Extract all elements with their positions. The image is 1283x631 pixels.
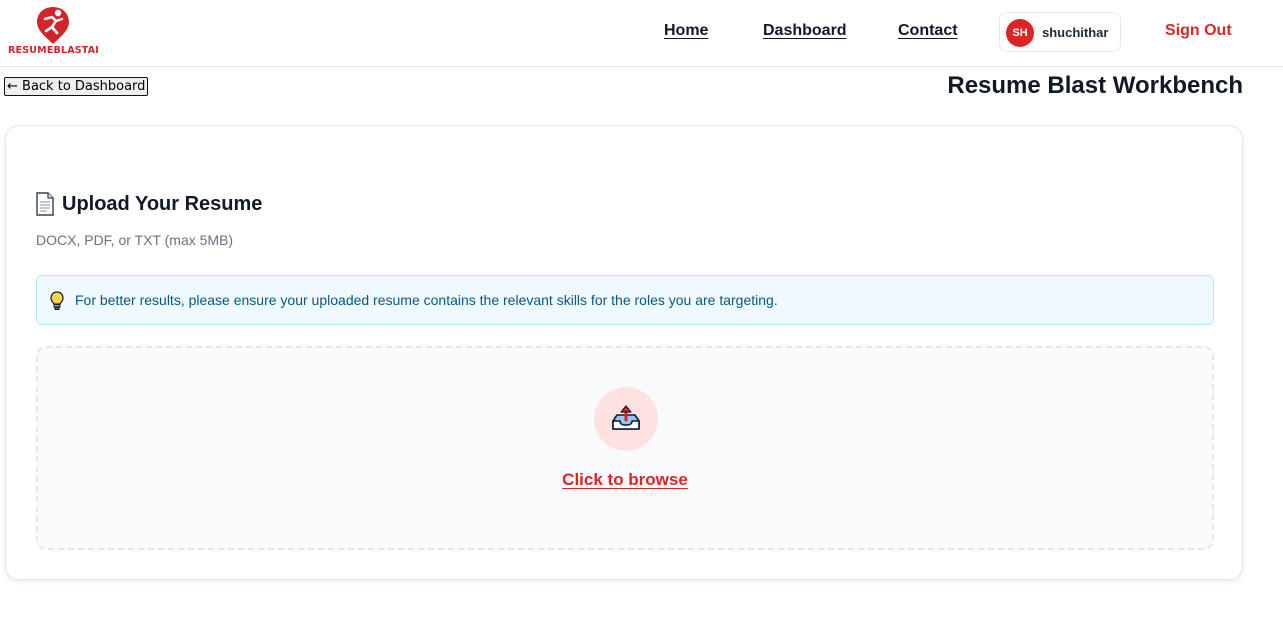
nav-home-link[interactable]: Home bbox=[664, 22, 708, 40]
document-icon bbox=[36, 192, 54, 216]
upload-card: Upload Your Resume DOCX, PDF, or TXT (ma… bbox=[5, 125, 1243, 580]
top-navigation-bar: RESUMEBLASTAI Home Dashboard Contact SH … bbox=[0, 0, 1283, 67]
avatar: SH bbox=[1006, 19, 1034, 47]
runner-pin-logo-icon bbox=[37, 7, 69, 44]
tip-text: For better results, please ensure your u… bbox=[75, 292, 778, 308]
logo-text: RESUMEBLASTAI bbox=[8, 45, 100, 56]
upload-title-text: Upload Your Resume bbox=[62, 192, 263, 215]
resume-dropzone[interactable]: Click to browse bbox=[36, 346, 1214, 550]
upload-section-title: Upload Your Resume bbox=[34, 192, 262, 216]
nav-contact-link[interactable]: Contact bbox=[898, 22, 958, 40]
lightbulb-icon bbox=[50, 291, 64, 310]
user-profile-chip[interactable]: SH shuchithar bbox=[999, 12, 1121, 52]
sign-out-button[interactable]: Sign Out bbox=[1165, 22, 1232, 40]
page-title: Resume Blast Workbench bbox=[947, 72, 1243, 99]
user-name: shuchithar bbox=[1042, 25, 1109, 40]
tip-banner: For better results, please ensure your u… bbox=[36, 275, 1214, 325]
back-to-dashboard-button[interactable]: ← Back to Dashboard bbox=[4, 77, 149, 96]
click-to-browse-link[interactable]: Click to browse bbox=[38, 470, 1212, 490]
upload-icon-container bbox=[594, 387, 658, 451]
nav-dashboard-link[interactable]: Dashboard bbox=[763, 22, 847, 40]
inbox-upload-icon bbox=[612, 405, 640, 430]
brand-logo[interactable]: RESUMEBLASTAI bbox=[6, 5, 102, 61]
file-type-hint: DOCX, PDF, or TXT (max 5MB) bbox=[36, 232, 234, 248]
